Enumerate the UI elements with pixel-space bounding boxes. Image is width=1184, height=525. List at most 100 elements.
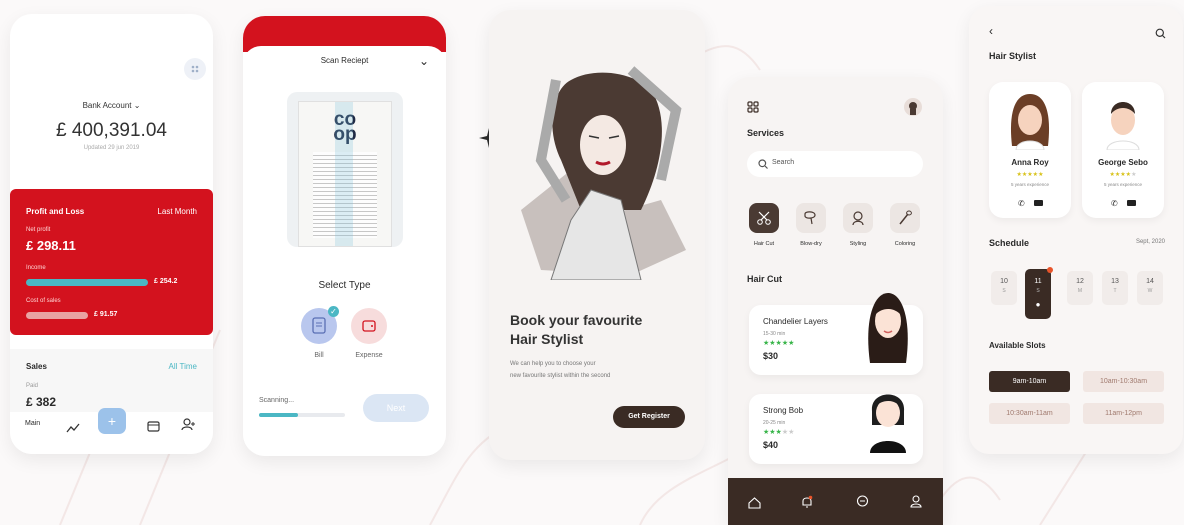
- cost-bar: [26, 312, 88, 319]
- slot[interactable]: 10:30am-11am: [989, 403, 1070, 424]
- slot[interactable]: 11am-12pm: [1083, 403, 1164, 424]
- stylist-avatar: [1010, 94, 1050, 150]
- service-label-0: Hair Cut: [753, 241, 775, 247]
- stylist-avatar: [1106, 102, 1140, 150]
- services-screen: Services Search Hair Cut Blow-dry Stylin…: [728, 77, 943, 525]
- day-number: 12: [1076, 278, 1084, 285]
- home-icon[interactable]: [748, 496, 761, 514]
- day-14[interactable]: 14 W: [1137, 271, 1163, 305]
- grid-icon[interactable]: [747, 100, 759, 118]
- stylist-name: George Sebo: [1098, 158, 1148, 167]
- service-blowdry[interactable]: [796, 203, 826, 233]
- paid-value: £ 382: [26, 395, 57, 409]
- cost-value: £ 91.57: [94, 311, 118, 318]
- phone-icon[interactable]: ✆: [1018, 199, 1025, 208]
- document-icon: [312, 317, 326, 334]
- users-icon[interactable]: [181, 418, 196, 436]
- slot[interactable]: 10am-10:30am: [1083, 371, 1164, 392]
- brush-icon: [899, 210, 912, 225]
- next-button[interactable]: Next: [363, 394, 429, 422]
- nav-main[interactable]: Main: [25, 420, 40, 427]
- woman-avatar-illustration: [868, 293, 908, 363]
- profile-icon[interactable]: [910, 495, 922, 513]
- rating-stars: ★★★★★: [1109, 172, 1137, 178]
- schedule-date: Sept, 2020: [1135, 239, 1165, 245]
- day-10[interactable]: 10 S: [991, 271, 1017, 305]
- rating-stars: ★★★★★: [763, 429, 795, 436]
- bottom-nav: [728, 478, 943, 525]
- service-haircut[interactable]: [749, 203, 779, 233]
- updated-date: Updated 29 jun 2019: [83, 145, 140, 151]
- get-register-button[interactable]: Get Register: [613, 406, 685, 428]
- day-weekday: S: [1002, 288, 1006, 294]
- bob-avatar-illustration: [870, 394, 906, 453]
- intro-desc-2: new favourite stylist within the second: [510, 373, 611, 379]
- message-icon[interactable]: [1034, 200, 1043, 206]
- rating-stars: ★★★★★: [1016, 172, 1044, 178]
- hair-stylist-screen: ‹ Hair Stylist Anna Roy ★★★★★ 5 years ex…: [969, 6, 1183, 454]
- account-label: Bank Account: [82, 101, 132, 110]
- cost-label: Cost of sales: [26, 298, 61, 304]
- day-weekday: T: [1113, 288, 1117, 294]
- net-profit-value: £ 298.11: [26, 238, 76, 253]
- pl-title: Profit and Loss: [26, 207, 85, 216]
- service-coloring[interactable]: [890, 203, 920, 233]
- schedule-title: Schedule: [989, 238, 1030, 248]
- card-time: 20-25 min: [763, 420, 786, 426]
- notification-dot: [1047, 267, 1053, 273]
- income-value: £ 254.2: [154, 278, 178, 285]
- back-icon[interactable]: ‹: [989, 24, 993, 38]
- stylist-title: Hair Stylist: [989, 51, 1037, 61]
- income-label: Income: [26, 265, 46, 271]
- phone-icon[interactable]: ✆: [1111, 199, 1118, 208]
- slot-selected[interactable]: 9am-10am: [989, 371, 1070, 392]
- day-number: 13: [1111, 278, 1119, 285]
- profit-loss-card: Profit and Loss Last Month Net profit £ …: [10, 189, 213, 335]
- stylist-card[interactable]: George Sebo ★★★★★ 5 years experience ✆: [1082, 82, 1164, 218]
- account-selector[interactable]: Bank Account ⌄: [10, 101, 213, 110]
- bell-icon[interactable]: [801, 495, 813, 513]
- pl-period-link[interactable]: Last Month: [157, 207, 197, 216]
- grid-menu-button[interactable]: [184, 58, 206, 80]
- scissors-icon: [757, 211, 771, 225]
- intro-heading-1: Book your favourite: [510, 312, 643, 328]
- service-label-2: Styling: [849, 241, 867, 247]
- receipt-image: co op: [299, 102, 391, 246]
- card-price: $40: [763, 440, 779, 450]
- calendar-icon[interactable]: [147, 419, 160, 437]
- intro-desc-1: We can help you to choose your: [510, 361, 596, 367]
- stylist-experience: 5 years experience: [1103, 182, 1143, 187]
- income-bar: [26, 279, 148, 286]
- day-weekday: M: [1077, 288, 1083, 294]
- search-input[interactable]: Search: [747, 151, 923, 177]
- service-label-1: Blow-dry: [800, 241, 822, 247]
- message-icon[interactable]: [1127, 200, 1136, 206]
- sales-period-link[interactable]: All Time: [169, 362, 197, 371]
- day-11-selected[interactable]: 11 S ●: [1025, 267, 1053, 319]
- day-13[interactable]: 13 T: [1102, 271, 1128, 305]
- bank-account-screen: Bank Account ⌄ £ 400,391.04 Updated 29 j…: [10, 14, 213, 454]
- net-profit-label: Net profit: [26, 227, 51, 233]
- bell-icon: ●: [1035, 300, 1041, 309]
- chevron-down-icon[interactable]: ⌄: [419, 54, 429, 68]
- services-title: Services: [747, 128, 785, 138]
- chat-icon[interactable]: [856, 495, 869, 513]
- scan-title: Scan Reciept: [320, 56, 369, 65]
- grid-icon: [191, 65, 199, 73]
- chart-icon[interactable]: [66, 420, 80, 438]
- hairdryer-icon: [804, 211, 816, 225]
- card-time: 15-30 min: [763, 331, 786, 337]
- avatar[interactable]: [904, 98, 922, 116]
- search-icon[interactable]: [1155, 26, 1166, 44]
- woman-illustration: [521, 66, 686, 280]
- section-title: Hair Cut: [747, 274, 783, 284]
- paid-label: Paid: [26, 383, 39, 389]
- day-12[interactable]: 12 M: [1067, 271, 1093, 305]
- bill-option[interactable]: ✓: [301, 306, 339, 344]
- search-placeholder: Search: [772, 159, 795, 166]
- expense-option[interactable]: [351, 308, 387, 344]
- stylist-card[interactable]: Anna Roy ★★★★★ 5 years experience ✆: [989, 82, 1071, 218]
- add-button[interactable]: +: [98, 408, 126, 434]
- service-styling[interactable]: [843, 203, 873, 233]
- bottom-nav: Main +: [10, 408, 213, 454]
